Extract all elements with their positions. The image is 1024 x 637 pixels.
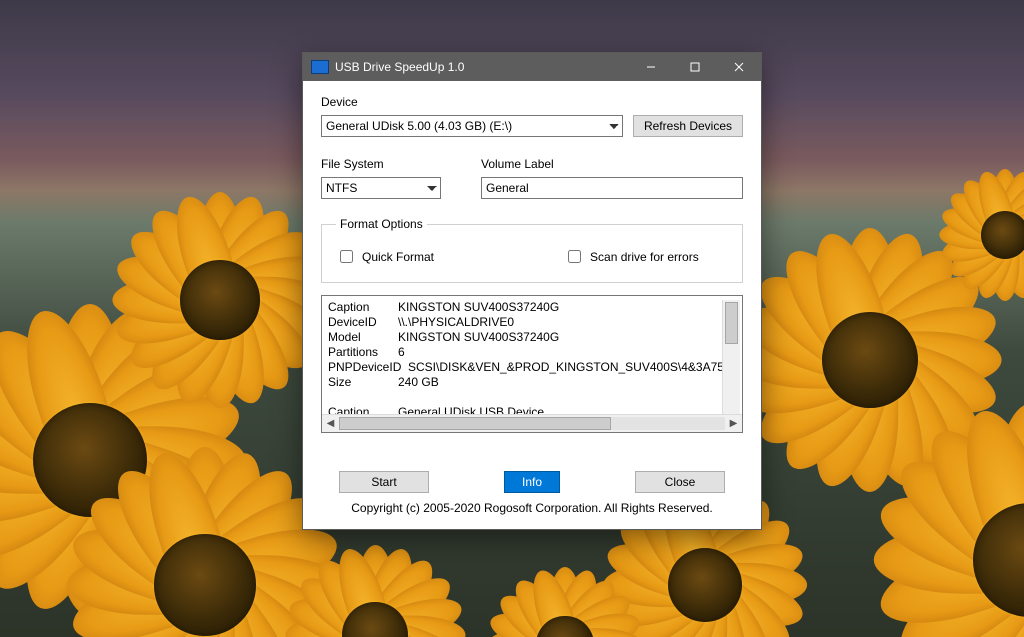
device-select[interactable]: General UDisk 5.00 (4.03 GB) (E:\) [321,115,623,137]
horizontal-scrollbar[interactable]: ◀ ▶ [322,414,742,432]
start-button[interactable]: Start [339,471,429,493]
scan-errors-input[interactable] [568,250,581,263]
quick-format-input[interactable] [340,250,353,263]
close-button[interactable]: Close [635,471,725,493]
format-options-legend: Format Options [336,217,427,231]
scroll-right-arrow[interactable]: ▶ [727,417,740,430]
quick-format-checkbox[interactable]: Quick Format [336,247,434,266]
refresh-devices-button[interactable]: Refresh Devices [633,115,743,137]
sunflower-decoration [950,180,1024,290]
horizontal-scroll-track[interactable] [339,417,725,430]
vertical-scroll-thumb[interactable] [725,302,738,344]
file-system-label: File System [321,157,441,171]
sunflower-decoration [90,470,320,637]
scroll-left-arrow[interactable]: ◀ [324,417,337,430]
window-content: Device General UDisk 5.00 (4.03 GB) (E:\… [303,81,761,529]
close-window-button[interactable] [717,53,761,81]
maximize-button[interactable] [673,53,717,81]
sunflower-decoration [130,210,310,390]
scan-errors-checkbox[interactable]: Scan drive for errors [564,247,699,266]
app-window: USB Drive SpeedUp 1.0 Device General UDi… [302,52,762,530]
copyright-text: Copyright (c) 2005-2020 Rogosoft Corpora… [321,501,743,515]
device-info-box: CaptionKINGSTON SUV400S37240GDeviceID\\.… [321,295,743,433]
horizontal-scroll-thumb[interactable] [339,417,611,430]
info-line: CaptionGeneral UDisk USB Device [328,405,722,414]
info-line: Partitions6 [328,345,722,360]
titlebar[interactable]: USB Drive SpeedUp 1.0 [303,53,761,81]
volume-label-input[interactable] [481,177,743,199]
format-options-group: Format Options Quick Format Scan drive f… [321,217,743,283]
device-info-text[interactable]: CaptionKINGSTON SUV400S37240GDeviceID\\.… [328,300,722,414]
sunflower-decoration [900,430,1024,637]
info-line: Size240 GB [328,375,722,390]
vertical-scrollbar[interactable] [722,300,740,414]
app-icon [311,60,329,74]
info-line: CaptionKINGSTON SUV400S37240G [328,300,722,315]
info-line: DeviceID\\.\PHYSICALDRIVE0 [328,315,722,330]
volume-label-label: Volume Label [481,157,743,171]
info-button[interactable]: Info [504,471,560,493]
device-label: Device [321,95,743,109]
info-line: PNPDeviceIDSCSI\DISK&VEN_&PROD_KINGSTON_… [328,360,722,375]
sunflower-decoration [500,580,630,637]
desktop-background: USB Drive SpeedUp 1.0 Device General UDi… [0,0,1024,637]
sunflower-decoration [300,560,450,637]
window-title: USB Drive SpeedUp 1.0 [335,60,629,74]
file-system-select[interactable]: NTFS [321,177,441,199]
info-line: ModelKINGSTON SUV400S37240G [328,330,722,345]
minimize-button[interactable] [629,53,673,81]
